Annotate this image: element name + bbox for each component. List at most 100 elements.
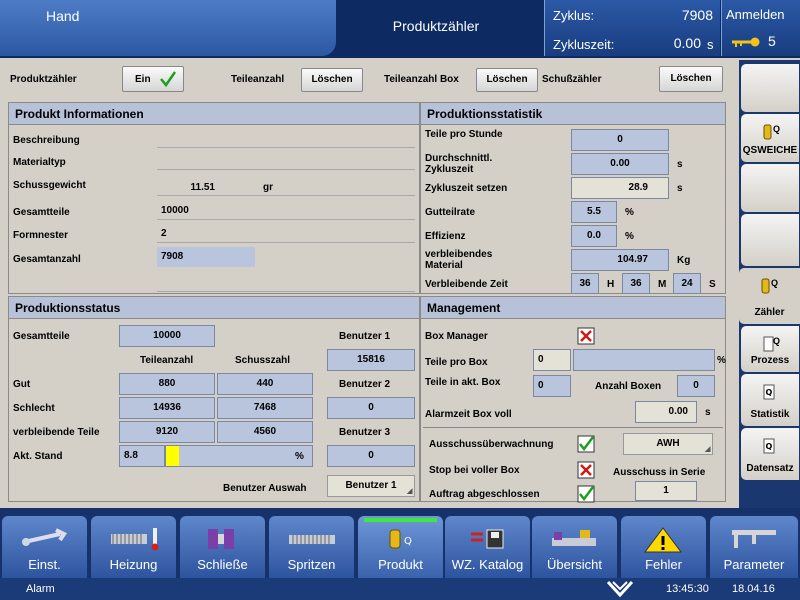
benutzer-auswahl-select[interactable]: Benutzer 1 [327, 475, 415, 497]
svg-text:Q: Q [404, 536, 412, 547]
beschreibung-field[interactable] [157, 147, 415, 148]
nav-wz-katalog-label: WZ. Katalog [451, 557, 524, 572]
durchschn-unit: s [677, 159, 683, 170]
right-nav-empty-1[interactable] [741, 64, 799, 112]
page-title: Produktzähler [392, 18, 480, 34]
col-schusszahl: Schusszahl [235, 355, 291, 366]
row-verbl-schuss: 4560 [217, 421, 313, 443]
box-manager-checkbox[interactable] [577, 327, 595, 345]
row-schlecht-schuss: 7468 [217, 397, 313, 419]
right-nav-qsweiche[interactable]: Q QSWEICHE [741, 114, 799, 162]
right-nav-empty-2[interactable] [741, 164, 799, 212]
ausschuss-label: Ausschussüberwachnung [429, 439, 554, 450]
beschreibung-label: Beschreibung [13, 135, 80, 146]
zeit-m-value: 36 [622, 273, 650, 294]
auftrag-checkbox[interactable] [577, 485, 595, 503]
auftrag-label: Auftrag abgeschlossen [429, 489, 540, 500]
right-nav-zaehler[interactable]: Q Zähler [739, 268, 800, 324]
nav-heizung-button[interactable]: Heizung [91, 516, 176, 578]
nav-spritzen-button[interactable]: Spritzen [269, 516, 354, 578]
auftrag-value[interactable]: 1 [635, 481, 697, 501]
gutteilrate-label: Gutteilrate [425, 207, 476, 218]
teile-akt-box-value: 0 [533, 375, 571, 397]
zykluszeit-label: Zykluszeit: [553, 37, 615, 52]
heater-icon [111, 528, 159, 551]
formnester-label: Formnester [13, 230, 69, 241]
product-icon: Q [389, 529, 412, 549]
zykluszeit-value: 0.00 [673, 35, 701, 51]
teile-akt-box-label: Teile in akt. Box [425, 377, 501, 388]
teileanzahl-label: Teileanzahl [231, 74, 285, 85]
caliper-icon [732, 530, 776, 548]
nav-parameter-label: Parameter [723, 557, 785, 572]
catalog-icon [471, 529, 504, 549]
nav-einst-button[interactable]: Einst. [2, 516, 87, 578]
loeschen-schuss-button[interactable]: Löschen [659, 66, 723, 92]
stop-label: Stop bei voller Box [429, 465, 520, 476]
dropdown-corner-icon: ◢ [705, 446, 711, 453]
effizienz-value: 0.0 [571, 225, 617, 247]
screw-icon [289, 535, 335, 544]
statistik-title: Produktionsstatistik [421, 103, 725, 125]
zeit-m-unit: M [658, 279, 667, 290]
akt-stand-value: 8.8 [119, 445, 165, 467]
row-verbl-label: verbleibende Teile [13, 427, 100, 438]
produktzaehler-label: Produktzähler [10, 74, 77, 85]
divider [157, 242, 415, 243]
teileanzahl-box-label: Teileanzahl Box [384, 74, 459, 85]
right-nav-datensatz-label: Datensatz [746, 463, 794, 474]
mode-indicator[interactable]: Hand [0, 0, 336, 56]
clock-date: 18.04.16 [732, 583, 775, 595]
statistik-panel: Produktionsstatistik Teile pro Stunde 0 … [420, 102, 726, 294]
ein-toggle-button[interactable]: Ein [122, 66, 184, 92]
right-nav: Q QSWEICHE Q Zähler Q Prozess Q Statisti… [739, 60, 800, 508]
benutzer3-value: 0 [327, 445, 415, 467]
right-nav-empty-3[interactable] [741, 214, 799, 266]
materialtyp-field[interactable] [157, 169, 415, 170]
produkt-info-title: Produkt Informationen [9, 103, 419, 125]
nav-heizung-label: Heizung [109, 557, 158, 572]
login-button[interactable]: Anmelden 5 [721, 0, 800, 56]
right-nav-prozess[interactable]: Q Prozess [741, 326, 799, 372]
dropdown-corner-icon: ◢ [407, 488, 413, 495]
benutzer1-value: 15816 [327, 349, 415, 371]
alarm-label[interactable]: Alarm [26, 583, 55, 595]
produktionsstatus-title: Produktionsstatus [9, 297, 419, 319]
ausschuss-serie-label: Ausschuss in Serie [613, 467, 706, 478]
alarmzeit-input[interactable]: 0.00 [635, 401, 697, 423]
nav-wz-katalog-button[interactable]: WZ. Katalog [445, 516, 530, 578]
awh-select[interactable]: AWH [623, 433, 713, 455]
zeit-s-value: 24 [673, 273, 701, 294]
right-nav-statistik[interactable]: Q Statistik [741, 374, 799, 426]
login-label: Anmelden [726, 7, 785, 22]
nav-parameter-button[interactable]: Parameter [710, 516, 798, 578]
materialtyp-label: Materialtyp [13, 157, 66, 168]
teile-pro-box-value[interactable]: 0 [533, 349, 571, 371]
nav-produkt-button[interactable]: Q Produkt [358, 516, 443, 578]
chevron-down-icon[interactable] [604, 579, 636, 599]
active-indicator [364, 518, 437, 522]
nav-uebersicht-button[interactable]: Übersicht [532, 516, 617, 578]
zyklus-setzen-input[interactable]: 28.9 [571, 177, 669, 199]
akt-stand-label: Akt. Stand [13, 451, 63, 462]
alarmzeit-label: Alarmzeit Box voll [425, 409, 512, 420]
stop-checkbox[interactable] [577, 461, 595, 479]
ausschuss-checkbox[interactable] [577, 435, 595, 453]
right-nav-datensatz[interactable]: Q Datensatz [741, 428, 799, 480]
right-nav-statistik-label: Statistik [750, 409, 790, 420]
schussgewicht-value: 11.51 [190, 182, 215, 193]
anzahl-boxen-value: 0 [677, 375, 715, 397]
row-gut-schuss: 440 [217, 373, 313, 395]
nav-schliesse-button[interactable]: Schließe [180, 516, 265, 578]
mode-label: Hand [46, 8, 80, 24]
nav-fehler-button[interactable]: Fehler [621, 516, 706, 578]
bottom-nav: Einst. Heizung Schließe Spritzen Q Produ… [0, 508, 800, 578]
verbl-zeit-label: Verbleibende Zeit [425, 279, 508, 290]
loeschen-box-button[interactable]: Löschen [476, 68, 538, 92]
gutteilrate-unit: % [625, 207, 634, 218]
benutzer3-label: Benutzer 3 [339, 427, 391, 438]
gesamtanzahl-value: 7908 [157, 247, 255, 267]
gesamtteile-value: 10000 [161, 205, 189, 216]
divider [157, 219, 415, 220]
loeschen-teileanzahl-button[interactable]: Löschen [301, 68, 363, 92]
